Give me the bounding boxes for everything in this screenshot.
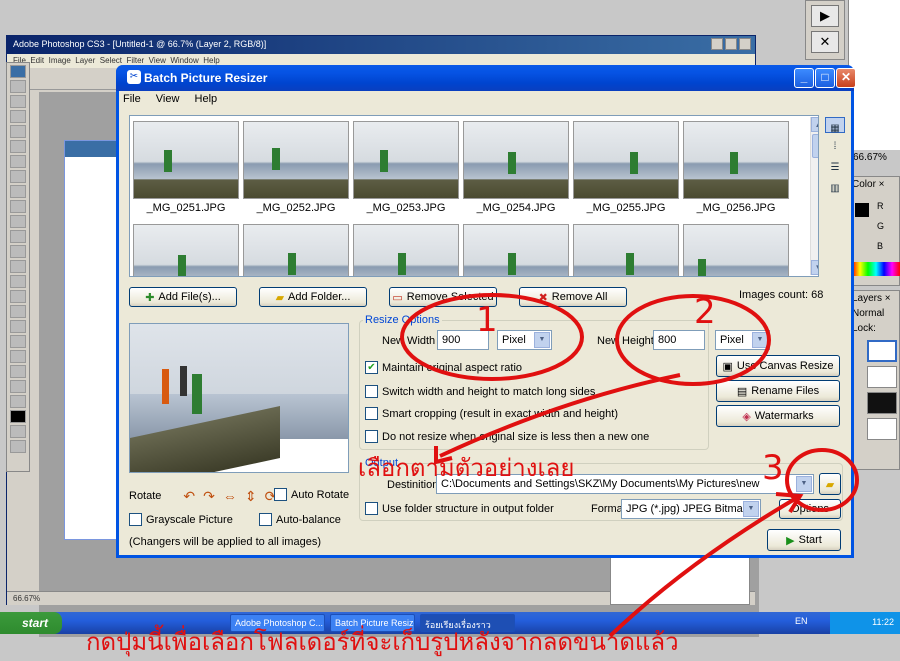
annotation-number-3: 3 [762, 448, 784, 488]
annotation-text-bottom: กดปุ่มนี้เพื่อเลือกโฟลเดอร์ที่จะเก็บรูปห… [86, 628, 679, 656]
annotation-number-1: 1 [476, 300, 498, 340]
annotation-arrow-middle [439, 373, 681, 458]
annotation-number-2: 2 [694, 292, 716, 332]
annotation-arrow-bottom [608, 494, 802, 638]
annotation-overlay [400, 293, 859, 638]
annotation-circle-2 [615, 294, 771, 386]
annotation-text-middle: เลือกตามตัวอย่างเลย [358, 454, 575, 482]
